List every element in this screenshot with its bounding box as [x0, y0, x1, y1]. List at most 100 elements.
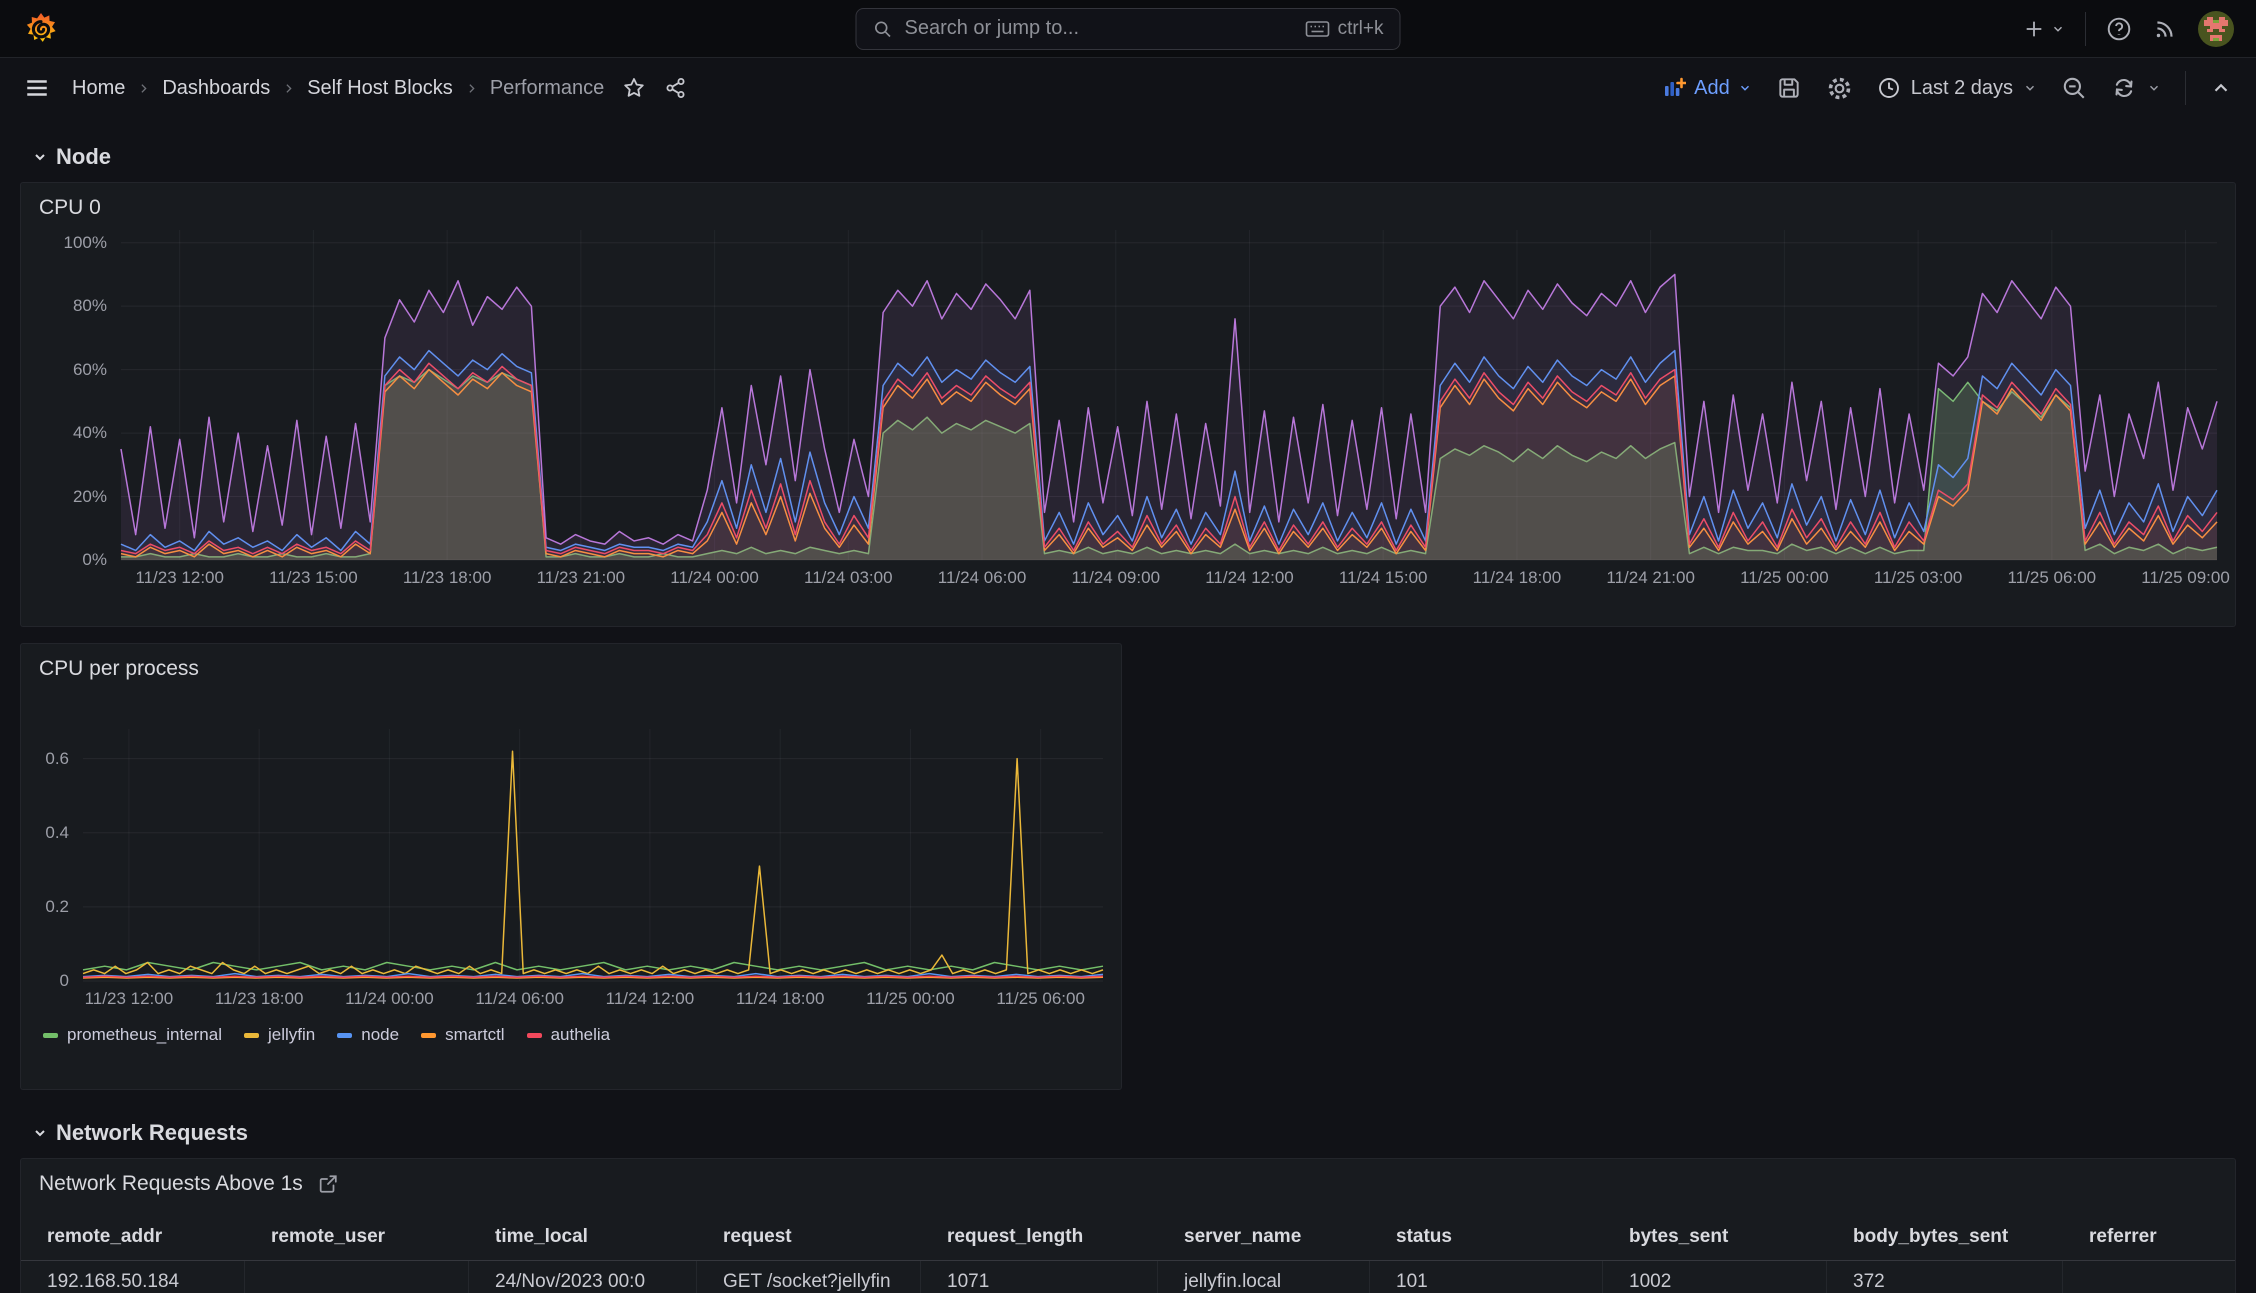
grafana-logo-icon[interactable] [22, 10, 60, 48]
save-dashboard-button[interactable] [1776, 75, 1802, 101]
chart-legend: prometheus_internal jellyfin node smartctl a… [43, 1025, 1121, 1045]
keyboard-icon [1305, 20, 1330, 37]
x-tick-label: 11/24 00:00 [670, 568, 759, 587]
x-tick-label: 11/23 18:00 [214, 989, 304, 1008]
search-placeholder: Search or jump to... [904, 17, 1080, 39]
share-button[interactable] [664, 76, 688, 100]
table-cell: 1002 [1603, 1261, 1827, 1293]
legend-item-jellyfin[interactable]: jellyfin [243, 1025, 315, 1045]
news-button[interactable] [2152, 16, 2178, 42]
legend-item-smartctl[interactable]: smartctl [421, 1025, 505, 1045]
y-tick-label: 80% [72, 296, 107, 316]
cpu-per-process-chart[interactable]: 0 0.2 0.4 0.6 11/23 12:00 11/23 18:00 11/24 0… [21, 681, 1121, 1045]
favorite-button[interactable] [622, 76, 646, 100]
y-axis: 0 0.2 0.4 0.6 [21, 729, 83, 990]
x-tick-label: 11/24 18:00 [735, 989, 825, 1008]
table-body: 192.168.50.184 24/Nov/2023 00:0 GET /socke… [21, 1261, 2235, 1293]
x-tick-label: 11/24 12:00 [1205, 568, 1294, 587]
avatar-image-icon [2198, 10, 2234, 47]
breadcrumb-item[interactable]: Dashboards [162, 77, 270, 100]
table-cell: GET /socket?jellyfin [697, 1261, 921, 1293]
y-tick-label: 0.2 [45, 896, 69, 916]
table-column-header[interactable]: server_name [1158, 1214, 1370, 1261]
hamburger-icon [27, 80, 47, 96]
time-range-label: Last 2 days [1910, 76, 2013, 99]
panel-network-requests: Network Requests Above 1s remote_addr rem… [20, 1158, 2236, 1293]
table-cell [2063, 1261, 2235, 1293]
legend-item-node[interactable]: node [337, 1025, 399, 1045]
panel-network-requests-title[interactable]: Network Requests Above 1s [21, 1159, 2235, 1196]
table-column-header[interactable]: referrer [2063, 1214, 2235, 1261]
breadcrumb-item[interactable]: Home [72, 77, 125, 100]
panel-cpu0-title[interactable]: CPU 0 [21, 183, 2235, 220]
x-tick-label: 11/25 06:00 [2007, 568, 2097, 587]
y-axis: 0% 20% 40% 60% 80% 100% [21, 230, 121, 569]
mega-menu-button[interactable] [24, 75, 50, 101]
table-column-header[interactable]: remote_user [245, 1214, 469, 1261]
new-menu-button[interactable] [2023, 18, 2065, 40]
x-tick-label: 11/25 06:00 [996, 989, 1085, 1008]
row-network-title: Network Requests [56, 1120, 248, 1145]
table-column-header[interactable]: request [697, 1214, 921, 1261]
zoom-out-button[interactable] [2061, 75, 2087, 101]
refresh-icon [2115, 78, 2133, 98]
table-column-header[interactable]: remote_addr [21, 1214, 245, 1261]
search-shortcut-label: ctrl+k [1337, 17, 1384, 39]
table-header-row: remote_addr remote_user time_local request r… [21, 1214, 2235, 1261]
row-node-title: Node [56, 144, 111, 169]
table-row[interactable]: 192.168.50.184 24/Nov/2023 00:0 GET /socke… [21, 1261, 2235, 1293]
external-link-icon[interactable] [317, 1173, 339, 1195]
chevron-down-icon [2150, 85, 2158, 91]
row-network-requests[interactable]: Network Requests [32, 1120, 2236, 1146]
chevron-down-icon [2054, 26, 2062, 32]
rss-icon [2156, 20, 2173, 37]
collapse-toolbar-button[interactable] [2210, 77, 2232, 99]
refresh-button[interactable] [2111, 75, 2161, 101]
question-circle-icon [2107, 17, 2131, 40]
chevron-down-icon [1740, 85, 1749, 91]
y-tick-label: 0 [59, 971, 69, 990]
avatar[interactable] [2198, 10, 2234, 47]
table-column-header[interactable]: request_length [921, 1214, 1158, 1261]
legend-item-authelia[interactable]: authelia [526, 1025, 610, 1045]
clock-icon [1878, 78, 1899, 98]
table-cell [245, 1261, 469, 1293]
table-cell: 101 [1370, 1261, 1603, 1293]
row-node[interactable]: Node [32, 144, 2236, 170]
plus-icon [2026, 21, 2042, 36]
search-input[interactable]: Search or jump to... ctrl+k [855, 7, 1401, 50]
star-icon [624, 78, 645, 97]
table-cell: 1071 [921, 1261, 1158, 1293]
table-cell: 24/Nov/2023 00:0 [469, 1261, 697, 1293]
legend-swatch [43, 1032, 58, 1038]
x-tick-label: 11/24 18:00 [1472, 568, 1562, 587]
x-axis: 11/23 12:00 11/23 18:00 11/24 00:00 11/24 0… [83, 981, 1103, 1011]
add-panel-button[interactable]: Add [1662, 76, 1752, 100]
plot-area [83, 729, 1103, 981]
cpu0-chart[interactable]: 0% 20% 40% 60% 80% 100% 11/23 12:00 11/23 15:0… [21, 220, 2235, 590]
x-tick-label: 11/24 15:00 [1338, 568, 1428, 587]
breadcrumb-item[interactable]: Self Host Blocks [307, 77, 453, 100]
chevron-down-icon [35, 154, 45, 161]
save-icon [1779, 78, 1799, 98]
breadcrumb: Home Dashboards Self Host Blocks Performanc… [72, 77, 604, 100]
table-cell: jellyfin.local [1158, 1261, 1370, 1293]
top-nav: Search or jump to... ctrl+k [0, 0, 2256, 58]
share-icon [666, 78, 685, 98]
table-column-header[interactable]: status [1370, 1214, 1603, 1261]
table-column-header[interactable]: bytes_sent [1603, 1214, 1827, 1261]
y-tick-label: 40% [72, 423, 107, 443]
help-button[interactable] [2106, 16, 2132, 42]
table-column-header[interactable]: body_bytes_sent [1827, 1214, 2063, 1261]
dashboard-toolbar: Home Dashboards Self Host Blocks Performanc… [0, 58, 2256, 118]
chevron-right-icon [469, 83, 475, 93]
panel-cpu-per-process-title[interactable]: CPU per process [21, 644, 1121, 681]
table-column-header[interactable]: time_local [469, 1214, 697, 1261]
chevron-down-icon [35, 1130, 45, 1137]
time-range-picker[interactable]: Last 2 days [1877, 76, 2037, 100]
legend-item-prometheus_internal[interactable]: prometheus_internal [43, 1025, 222, 1045]
divider [2085, 11, 2086, 46]
legend-swatch [337, 1032, 353, 1038]
dashboard-settings-button[interactable] [1826, 75, 1853, 102]
search-icon [875, 21, 891, 37]
